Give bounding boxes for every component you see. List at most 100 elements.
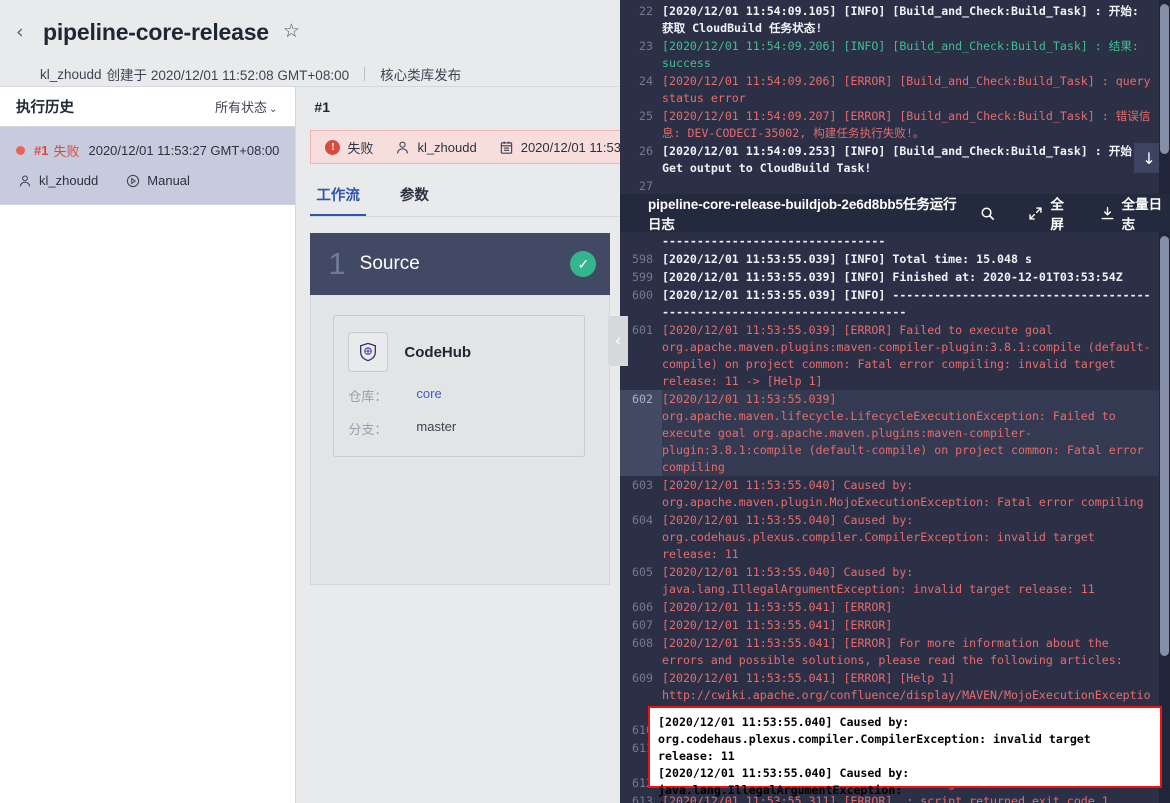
log-line: 599 [2020/12/01 11:53:55.039] [INFO] Fini…	[620, 268, 1170, 286]
log-line-text: [2020/12/01 11:53:55.039] [ERROR] Failed…	[662, 323, 1151, 388]
star-icon[interactable]: ☆	[283, 22, 300, 42]
log-line-number: 27	[639, 179, 653, 193]
log-line-text: [2020/12/01 11:53:55.040] Caused by: org…	[662, 478, 1144, 509]
log-line-number: 23	[639, 39, 653, 53]
log-line-number: 25	[639, 109, 653, 123]
meta-divider	[364, 67, 366, 81]
log-line-text: [2020/12/01 11:54:09.105] [INFO] [Build_…	[662, 4, 1146, 35]
log-line-number: 608	[632, 636, 653, 650]
log-line: 22 [2020/12/01 11:54:09.105] [INFO] [Buil…	[620, 2, 1170, 37]
log-line-text: [2020/12/01 11:53:55.041] [ERROR]	[662, 618, 893, 632]
job-name: CodeHub	[404, 343, 472, 361]
log-top-scrollbar[interactable]	[1159, 0, 1170, 194]
execution-history-panel: 执行历史 所有状态 ⌄ #1 失败 2020/12/01 11:53:27 GMT…	[0, 86, 297, 803]
log-line: 25 [2020/12/01 11:54:09.207] [ERROR] [Bui…	[620, 107, 1170, 142]
log-line-number: 613	[632, 794, 653, 803]
log-line-text	[662, 177, 1170, 194]
scrollbar-thumb[interactable]	[1160, 4, 1169, 154]
log-fullscreen-button[interactable]: 全屏	[1028, 193, 1073, 233]
run-status: ! 失败	[325, 138, 373, 157]
panel-collapse-handle[interactable]: ‹	[608, 316, 628, 366]
log-line-text: [2020/12/01 11:53:55.039] org.apache.mav…	[662, 392, 1151, 474]
log-line: 600 [2020/12/01 11:53:55.039] [INFO] ----…	[620, 286, 1170, 321]
log-fullscreen-label: 全屏	[1050, 197, 1064, 232]
job-repo-value[interactable]: core	[416, 386, 441, 405]
annotation-line-4: invalid target release: 11	[658, 799, 1152, 803]
run-status-user: kl_zhoudd	[395, 140, 477, 155]
page-meta: kl_zhoudd 创建于 2020/12/01 11:52:08 GMT+08…	[0, 64, 620, 84]
expand-icon	[1028, 206, 1043, 221]
log-line-text: [2020/12/01 11:54:09.253] [INFO] [Build_…	[662, 144, 1139, 175]
log-line-number	[620, 232, 662, 250]
log-download-button[interactable]: 全量日志	[1100, 193, 1170, 233]
stage-body: CodeHub 仓库： core 分支： master	[310, 295, 611, 585]
run-trigger-label: Manual	[147, 173, 190, 188]
job-branch-value: master	[416, 419, 457, 434]
log-search-button[interactable]	[980, 206, 1002, 221]
log-line-text: [2020/12/01 11:53:55.039] [INFO] Finishe…	[662, 270, 1123, 284]
job-branch-key: 分支：	[348, 422, 388, 437]
log-top-region[interactable]: 22 [2020/12/01 11:54:09.105] [INFO] [Buil…	[620, 0, 1170, 194]
execution-history-header: 执行历史 所有状态 ⌄	[0, 87, 296, 126]
meta-created: 创建于 2020/12/01 11:52:08 GMT+08:00	[106, 68, 350, 83]
log-top-lines: 22 [2020/12/01 11:54:09.105] [INFO] [Buil…	[620, 2, 1170, 194]
run-trigger: Manual	[126, 173, 190, 188]
job-branch-row: 分支： master	[348, 419, 568, 438]
log-title: pipeline-core-release-buildjob-2e6d8bb5任…	[648, 197, 957, 232]
meta-description: 核心类库发布	[380, 68, 462, 83]
log-panel: ‹ 22 [2020/12/01 11:54:09.105] [INFO] [Bu…	[608, 0, 1170, 803]
log-line: 598 [2020/12/01 11:53:55.039] [INFO] Tota…	[620, 250, 1170, 268]
log-line-text: [2020/12/01 11:53:55.041] [ERROR]	[662, 600, 893, 614]
log-line-number: 607	[632, 618, 653, 632]
log-line-number: 603	[632, 478, 653, 492]
meta-author: kl_zhoudd	[40, 66, 102, 82]
log-line-number: 606	[632, 600, 653, 614]
user-icon	[395, 140, 410, 155]
list-item[interactable]: #1 失败 2020/12/01 11:53:27 GMT+08:00 kl_z…	[0, 126, 296, 205]
run-status-label: 失败	[347, 140, 374, 156]
job-repo-row: 仓库： core	[348, 386, 568, 405]
log-line-text: [2020/12/01 11:53:55.041] [ERROR] For mo…	[662, 636, 1123, 667]
page-header: ‹ pipeline-core-release ☆ kl_zhoudd 创建于 …	[0, 0, 620, 86]
status-dot-icon	[16, 146, 25, 155]
log-line-number: 22	[639, 4, 653, 18]
tab-parameters[interactable]: 参数	[394, 178, 435, 216]
log-line-text: [2020/12/01 11:53:55.039] [INFO] -------…	[662, 288, 1151, 319]
pipeline-page: ‹ pipeline-core-release ☆ kl_zhoudd 创建于 …	[0, 0, 658, 803]
annotation-line-3: [2020/12/01 11:53:55.040] Caused by: jav…	[658, 766, 917, 797]
log-line: 23 [2020/12/01 11:54:09.206] [INFO] [Buil…	[620, 37, 1170, 72]
run-user-label: kl_zhoudd	[39, 173, 99, 188]
download-icon	[1100, 206, 1115, 221]
user-icon	[18, 174, 32, 188]
run-status-time: 2020/12/01 11:53	[499, 140, 621, 155]
log-line: 604 [2020/12/01 11:53:55.040] Caused by: …	[620, 511, 1170, 563]
run-detail-number: #1	[296, 87, 658, 126]
log-line-number: 26	[639, 144, 653, 158]
log-titlebar: pipeline-core-release-buildjob-2e6d8bb5任…	[620, 194, 1170, 232]
log-line-number: 599	[632, 270, 653, 284]
stage-header[interactable]: 1 Source ✓	[310, 233, 611, 295]
app-root: ‹ pipeline-core-release ☆ kl_zhoudd 创建于 …	[0, 0, 1170, 803]
log-line-number: 605	[632, 565, 653, 579]
log-line: 605 [2020/12/01 11:53:55.040] Caused by: …	[620, 563, 1170, 598]
log-line: 601 [2020/12/01 11:53:55.039] [ERROR] Fai…	[620, 321, 1170, 390]
calendar-icon	[499, 140, 514, 155]
scrollbar-thumb[interactable]	[1160, 236, 1169, 656]
log-line: 606 [2020/12/01 11:53:55.041] [ERROR]	[620, 598, 1170, 616]
chevron-left-icon[interactable]: ‹	[16, 21, 30, 43]
run-timestamp: 2020/12/01 11:53:27 GMT+08:00	[88, 143, 280, 158]
log-download-label: 全量日志	[1121, 197, 1163, 232]
chevron-down-icon: ⌄	[269, 104, 278, 115]
page-body: 执行历史 所有状态 ⌄ #1 失败 2020/12/01 11:53:27 GMT…	[0, 86, 658, 803]
job-card[interactable]: CodeHub 仓库： core 分支： master	[333, 315, 586, 457]
stage-name: Source	[359, 253, 420, 274]
status-filter-dropdown[interactable]: 所有状态 ⌄	[215, 97, 277, 116]
run-status-bar: ! 失败 kl_zhoudd 2020/12/01 11:53	[310, 130, 644, 164]
codehub-shield-icon	[348, 332, 389, 372]
job-card-header: CodeHub	[348, 332, 568, 372]
log-line-number: 604	[632, 513, 653, 527]
tab-workflow[interactable]: 工作流	[310, 178, 366, 216]
log-line: --------------------------------	[620, 232, 1170, 250]
log-bottom-region[interactable]: -------------------------------- 598 [2020…	[620, 232, 1170, 803]
log-line-text: [2020/12/01 11:54:09.206] [INFO] [Build_…	[662, 39, 1146, 70]
